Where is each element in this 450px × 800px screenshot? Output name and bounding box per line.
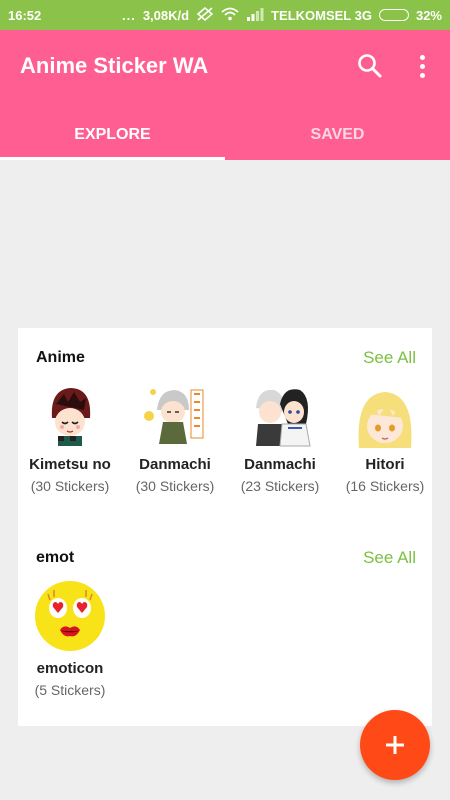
pack-name: Kimetsu no bbox=[29, 456, 111, 473]
sticker-pack-item[interactable]: Danmachi (30 Stickers) bbox=[125, 384, 225, 494]
data-saver-icon bbox=[196, 6, 214, 25]
tab-explore[interactable]: EXPLORE bbox=[0, 110, 225, 160]
search-icon[interactable] bbox=[356, 52, 384, 80]
status-bar: 16:52 ... 3,08K/d TELKOMSEL 3G 32% bbox=[0, 0, 450, 30]
battery-icon bbox=[378, 9, 409, 21]
tab-bar: EXPLORE SAVED bbox=[0, 110, 450, 160]
pack-name: Danmachi bbox=[244, 456, 316, 473]
pack-count: (30 Stickers) bbox=[30, 478, 110, 494]
signal-icon bbox=[246, 7, 264, 24]
sticker-pack-item[interactable]: Danmachi (23 Stickers) bbox=[230, 384, 330, 494]
section-title: Anime bbox=[36, 349, 85, 366]
sticker-thumbnail bbox=[244, 384, 316, 448]
add-sticker-button[interactable] bbox=[360, 710, 430, 780]
status-time: 16:52 bbox=[8, 7, 42, 23]
pack-count: (16 Stickers) bbox=[345, 478, 425, 494]
pack-name: emoticon bbox=[36, 660, 104, 677]
see-all-button[interactable]: See All bbox=[363, 348, 416, 368]
sticker-pack-item[interactable]: emoticon (5 Stickers) bbox=[20, 580, 120, 698]
sticker-thumbnail bbox=[349, 384, 421, 448]
pack-name: Danmachi bbox=[139, 456, 211, 473]
app-title: Anime Sticker WA bbox=[20, 53, 209, 78]
pack-count: (30 Stickers) bbox=[135, 478, 215, 494]
pack-count: (5 Stickers) bbox=[34, 682, 106, 698]
sticker-pack-item[interactable]: Hitori (16 Stickers) bbox=[335, 384, 435, 494]
see-all-button[interactable]: See All bbox=[363, 548, 416, 568]
battery-percent: 32% bbox=[415, 7, 442, 23]
app-bar: Anime Sticker WA EXPLORE SAVED bbox=[0, 30, 450, 160]
wifi-icon bbox=[221, 7, 239, 24]
plus-icon bbox=[386, 736, 404, 754]
sticker-thumbnail bbox=[34, 580, 106, 652]
section-header-emot: emot See All bbox=[36, 548, 416, 568]
carrier-name: TELKOMSEL 3G bbox=[271, 7, 372, 23]
pack-name: Hitori bbox=[365, 456, 405, 473]
sticker-pack-item[interactable]: Kimetsu no (30 Stickers) bbox=[20, 384, 120, 494]
section-header-anime: Anime See All bbox=[36, 348, 416, 368]
more-options-icon[interactable] bbox=[412, 52, 432, 80]
sticker-packs-card: Anime See All Kimetsu no (30 Stickers) D… bbox=[18, 328, 432, 726]
section-title: emot bbox=[36, 549, 75, 566]
sticker-thumbnail bbox=[139, 384, 211, 448]
status-dots: ... bbox=[121, 7, 136, 23]
sticker-thumbnail bbox=[34, 384, 106, 448]
pack-count: (23 Stickers) bbox=[240, 478, 320, 494]
network-speed: 3,08K/d bbox=[142, 7, 190, 23]
tab-saved[interactable]: SAVED bbox=[225, 110, 450, 160]
